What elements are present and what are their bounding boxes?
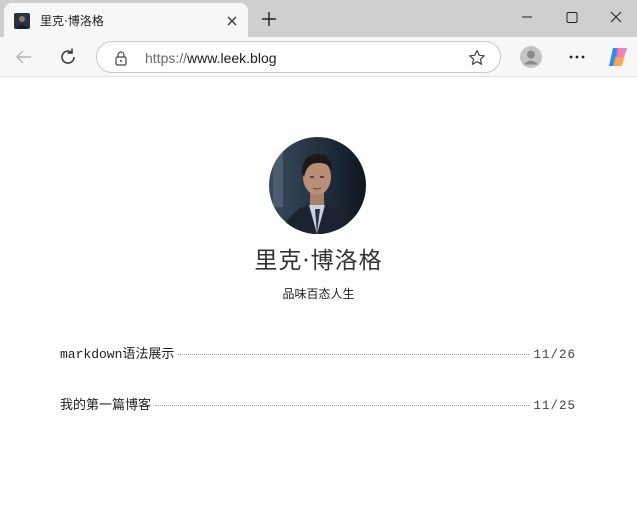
profile-icon[interactable] [519,45,543,69]
list-item: 我的第一篇博客 11/25 [60,394,576,445]
lock-icon[interactable] [113,50,129,66]
post-date: 11/26 [533,348,576,362]
avatar-portrait [269,137,366,234]
avatar [269,137,366,234]
browser-toolbar: https://www.leek.blog [0,37,637,77]
tab-close-icon[interactable] [224,13,240,29]
maximize-icon[interactable] [549,4,595,32]
post-title-text: 语法展示 [122,347,175,362]
reload-icon[interactable] [56,45,80,69]
title-bar: 里克·博洛格 [0,0,637,37]
back-arrow-icon[interactable] [12,45,36,69]
url-scheme: https:// [145,50,188,66]
dotted-leader [155,405,530,406]
more-icon[interactable] [565,45,589,69]
dotted-leader [178,354,530,355]
copilot-icon[interactable] [606,45,630,69]
profile-favicon-icon [14,13,30,29]
page-content: 里克·博洛格 品味百态人生 markdown语法展示 11/26 我的第一篇博客… [0,77,637,505]
address-bar[interactable]: https://www.leek.blog [96,41,501,73]
post-title-text: 我的第一篇博客 [60,398,152,413]
window-close-icon[interactable] [593,4,637,32]
site-title: 里克·博洛格 [254,248,383,274]
url-text[interactable]: https://www.leek.blog [145,50,277,66]
url-host: www.leek.blog [187,50,277,66]
tab-title: 里克·博洛格 [40,14,104,28]
post-title-code: markdown [60,347,123,362]
active-tab[interactable]: 里克·博洛格 [4,3,248,37]
star-icon[interactable] [467,48,487,68]
post-list: markdown语法展示 11/26 我的第一篇博客 11/25 [60,343,576,445]
list-item: markdown语法展示 11/26 [60,343,576,394]
minimize-icon[interactable] [504,4,550,32]
post-title-link[interactable]: 我的第一篇博客 [60,394,151,413]
new-tab-icon[interactable] [258,8,280,30]
post-date: 11/25 [533,399,576,413]
site-subtitle: 品味百态人生 [282,287,355,301]
post-title-link[interactable]: markdown语法展示 [60,343,174,362]
